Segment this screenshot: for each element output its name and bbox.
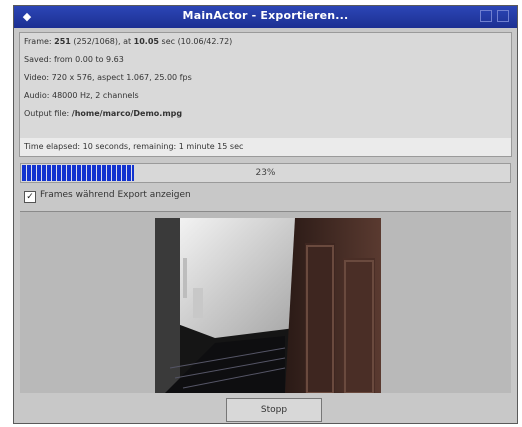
audio-line: Audio: 48000 Hz, 2 channels — [24, 91, 139, 100]
progress-percent: 23% — [255, 168, 276, 178]
frame-line: Frame: 251 (252/1068), at 10.05 sec (10.… — [24, 37, 232, 46]
frame-time: 10.05 — [133, 37, 159, 46]
video-line: Video: 720 x 576, aspect 1.067, 25.00 fp… — [24, 73, 192, 82]
export-info-panel: Frame: 251 (252/1068), at 10.05 sec (10.… — [19, 32, 512, 157]
frame-value: 251 — [54, 37, 71, 46]
output-label: Output file: — [24, 109, 70, 118]
frame-preview-image — [155, 218, 381, 393]
minimize-button[interactable] — [480, 10, 492, 22]
frame-suffix: sec (10.06/42.72) — [161, 37, 233, 46]
show-frames-label[interactable]: Frames während Export anzeigen — [40, 190, 191, 200]
close-button[interactable] — [497, 10, 509, 22]
export-progress-bar: 23% — [20, 163, 511, 183]
frame-label: Frame: — [24, 37, 52, 46]
stop-button[interactable]: Stopp — [226, 398, 322, 422]
frame-preview-area — [20, 211, 511, 393]
show-frames-checkbox[interactable]: ✓ — [24, 191, 36, 203]
output-line: Output file: /home/marco/Demo.mpg — [24, 109, 182, 118]
output-value: /home/marco/Demo.mpg — [71, 109, 183, 118]
time-elapsed-line: Time elapsed: 10 seconds, remaining: 1 m… — [24, 142, 244, 151]
window-title: MainActor - Exportieren... — [182, 9, 349, 22]
frame-detail: (252/1068), at — [73, 37, 132, 46]
export-window: ◆ MainActor - Exportieren... Frame: 251 … — [13, 5, 518, 424]
saved-line: Saved: from 0.00 to 9.63 — [24, 55, 124, 64]
titlebar[interactable]: ◆ MainActor - Exportieren... — [14, 6, 517, 28]
